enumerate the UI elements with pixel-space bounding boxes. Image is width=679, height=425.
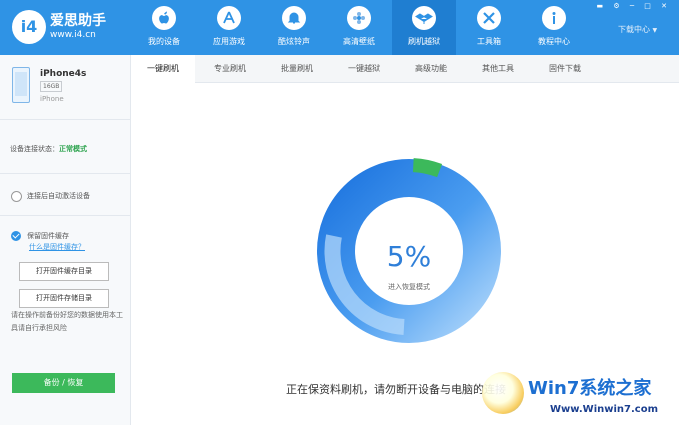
nav-label: 教程中心 (538, 37, 570, 46)
nav-apps-games[interactable]: 应用游戏 (197, 0, 261, 55)
nav-label: 高清壁纸 (343, 37, 375, 46)
open-cache-dir-button[interactable]: 打开固件缓存目录 (19, 262, 109, 281)
nav-tutorials[interactable]: 教程中心 (522, 0, 586, 55)
windows-logo-icon (482, 372, 524, 414)
watermark: Win7系统之家 Www.Winwin7.com (480, 368, 679, 425)
open-storage-dir-button[interactable]: 打开固件存储目录 (19, 289, 109, 308)
status-value: 正常模式 (59, 145, 87, 153)
bell-icon (282, 6, 306, 30)
download-center-label: 下载中心 (618, 25, 650, 34)
tab-pro-flash[interactable]: 专业刷机 (197, 55, 263, 82)
keep-firmware-checkbox[interactable] (11, 231, 21, 241)
nav-my-device[interactable]: 我的设备 (132, 0, 196, 55)
flash-message: 正在保资料刷机，请勿断开设备与电脑的连接 (286, 383, 506, 396)
sidebar: iPhone4s 16GB iPhone 设备连接状态：正常模式 连接后自动激活… (0, 55, 131, 425)
progress-status: 进入恢复模式 (388, 283, 430, 291)
tab-other-tools[interactable]: 其他工具 (465, 55, 531, 82)
sub-tabs: 一键刷机 专业刷机 批量刷机 一键越狱 高级功能 其他工具 固件下载 (131, 55, 679, 83)
app-url: www.i4.cn (50, 30, 96, 40)
app-logo: i4 爱思助手 www.i4.cn (12, 8, 122, 48)
device-capacity-badge: 16GB (40, 81, 63, 92)
nav-label: 酷炫铃声 (278, 37, 310, 46)
nav-label: 我的设备 (148, 37, 180, 46)
tab-firmware-download[interactable]: 固件下载 (532, 55, 598, 82)
nav-ringtones[interactable]: 酷炫铃声 (262, 0, 326, 55)
progress-arc (412, 158, 443, 178)
apple-icon (152, 6, 176, 30)
divider (0, 173, 130, 174)
device-model: iPhone (40, 95, 64, 103)
keep-firmware-label[interactable]: 保留固件缓存 (27, 231, 69, 241)
chevron-down-icon: ▼ (652, 27, 658, 34)
nav-label: 应用游戏 (213, 37, 245, 46)
device-name: iPhone4s (40, 69, 87, 79)
auto-activate-label[interactable]: 连接后自动激活设备 (27, 191, 90, 201)
nav-label: 刷机越狱 (408, 37, 440, 46)
tab-advanced[interactable]: 高级功能 (398, 55, 464, 82)
phone-icon (12, 67, 30, 103)
progress-percent: 5% (386, 240, 432, 273)
auto-activate-radio[interactable] (11, 191, 22, 202)
tab-one-click-jailbreak[interactable]: 一键越狱 (331, 55, 397, 82)
warning-text: 请在操作前备份好您的数据使用本工具请自行承担风险 (11, 311, 123, 332)
status-label: 设备连接状态： (10, 145, 59, 153)
app-store-icon (217, 6, 241, 30)
backup-restore-button[interactable]: 备份 / 恢复 (12, 373, 115, 393)
what-is-cache-link[interactable]: 什么是固件缓存？ (29, 242, 85, 252)
tab-one-click-flash[interactable]: 一键刷机 (131, 55, 195, 83)
nav-toolbox[interactable]: 工具箱 (457, 0, 521, 55)
nav-flash-jailbreak[interactable]: 刷机越狱 (392, 0, 456, 55)
nav-wallpapers[interactable]: 高清壁纸 (327, 0, 391, 55)
logo-icon: i4 (12, 10, 46, 44)
nav-label: 工具箱 (477, 37, 501, 46)
tab-batch-flash[interactable]: 批量刷机 (264, 55, 330, 82)
window-controls[interactable]: ▬ ⚙ ─ □ ✕ (597, 2, 671, 12)
divider (0, 215, 130, 216)
flower-icon (347, 6, 371, 30)
dropbox-icon (412, 6, 436, 30)
tools-icon (477, 6, 501, 30)
divider (0, 119, 130, 120)
app-name: 爱思助手 (50, 13, 106, 29)
download-center-button[interactable]: 下载中心 ▼ (618, 24, 679, 38)
connection-status: 设备连接状态：正常模式 (10, 144, 87, 154)
watermark-brand: Win7系统之家 (528, 378, 652, 399)
info-icon (542, 6, 566, 30)
top-bar: i4 爱思助手 www.i4.cn 我的设备 应用游戏 酷炫铃声 高清壁纸 刷机… (0, 0, 679, 55)
watermark-url: Www.Winwin7.com (550, 404, 659, 415)
